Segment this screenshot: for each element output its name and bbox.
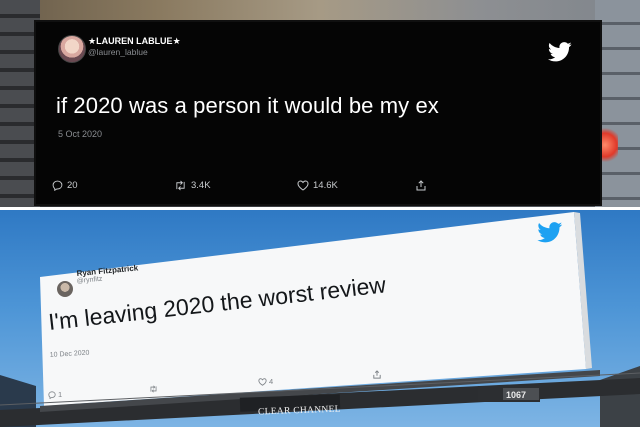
- tweet-date: 5 Oct 2020: [58, 129, 103, 139]
- twitter-bird-icon-billboard: [537, 222, 563, 243]
- avatar: [58, 35, 86, 63]
- avatar-billboard: [57, 281, 73, 297]
- retweet-icon: [176, 180, 185, 191]
- user-handle: @lauren_lablue: [88, 47, 148, 57]
- bottom-photo: Ryan Fitzpatrick @rynfitz I'm leaving 20…: [0, 210, 640, 427]
- top-photo: ★LAUREN LABLUE★ @lauren_lablue if 2020 w…: [0, 0, 640, 207]
- tweet-text: if 2020 was a person it would be my ex: [56, 93, 439, 118]
- heart-icon: [297, 180, 309, 191]
- retweet-billboard: [149, 385, 158, 393]
- like-count: 14.6K: [297, 180, 338, 191]
- share-icon: [373, 370, 381, 379]
- retweet-icon: [150, 385, 157, 393]
- reply-count: 20: [52, 180, 78, 191]
- reply-count-value-billboard: 1: [58, 390, 63, 399]
- retweet-count-value: 3.4K: [191, 180, 211, 191]
- like-count-billboard: 4: [258, 377, 273, 386]
- twitter-bird-icon: [548, 42, 572, 62]
- reply-icon: [48, 390, 56, 399]
- reply-icon: [52, 180, 63, 191]
- share-action: [416, 180, 426, 191]
- share-billboard: [373, 370, 381, 379]
- display-name: ★LAUREN LABLUE★: [88, 36, 181, 46]
- retweet-count: 3.4K: [174, 180, 211, 191]
- like-count-value: 14.6K: [313, 180, 338, 191]
- like-count-value-billboard: 4: [269, 377, 274, 386]
- building-facade-right: [595, 0, 640, 207]
- heart-icon: [258, 377, 267, 386]
- reply-count-value: 20: [67, 180, 78, 191]
- share-icon: [416, 180, 426, 191]
- dark-tweet-billboard: ★LAUREN LABLUE★ @lauren_lablue if 2020 w…: [36, 22, 600, 204]
- panel-number: 1067: [506, 390, 527, 400]
- building-facade-left: [0, 0, 40, 207]
- reply-count-billboard: 1: [48, 390, 62, 399]
